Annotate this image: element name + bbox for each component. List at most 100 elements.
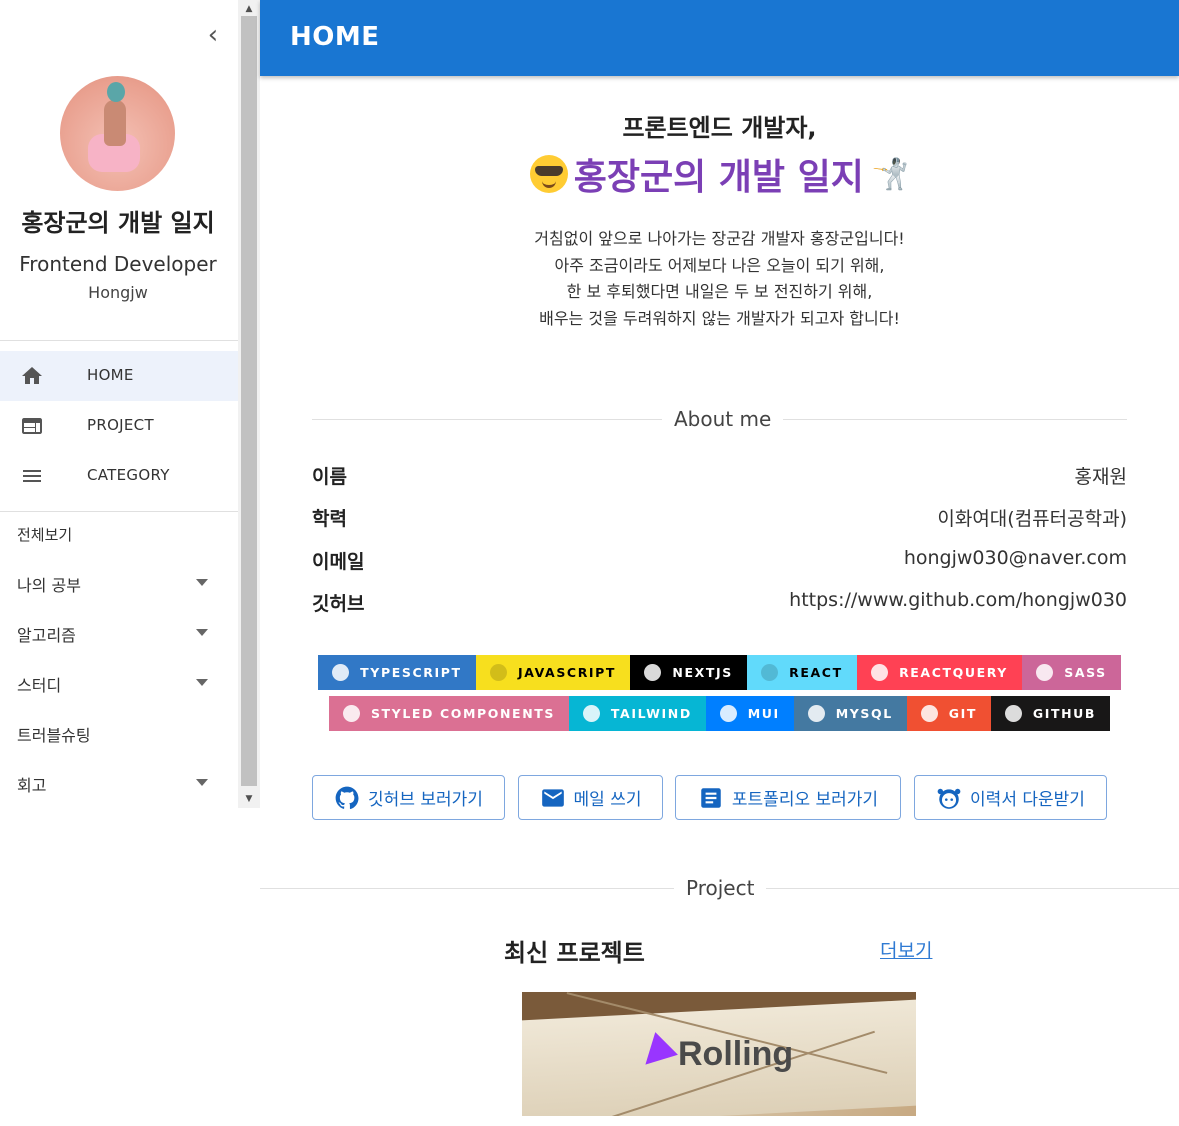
mail-icon [541, 788, 564, 807]
category-label: 알고리즘 [17, 626, 76, 645]
about-key-education: 학력 [312, 508, 347, 530]
sidebar-divider [0, 340, 238, 341]
write-mail-button[interactable]: 메일 쓰기 [518, 775, 663, 820]
intro-line: 한 보 후퇴했다면 내일은 두 보 전진하기 위해, [566, 282, 873, 301]
badge-label: MYSQL [835, 706, 893, 721]
nextjs-icon [644, 664, 662, 681]
scroll-thumb[interactable] [241, 16, 257, 786]
blog-title: 홍장군의 개발 일지 [21, 209, 215, 237]
category-item-all[interactable]: 전체보기 [0, 512, 238, 556]
app-bar: HOME [260, 0, 1179, 76]
project-name: Rolling [678, 1034, 794, 1073]
tech-badge-styled-components: STYLED COMPONENTS [329, 696, 569, 731]
category-label: 스터디 [17, 676, 62, 695]
button-label: 깃허브 보러가기 [368, 790, 483, 810]
badge-label: NEXTJS [672, 665, 733, 680]
category-label: 전체보기 [17, 526, 73, 544]
badge-label: MUI [747, 706, 780, 721]
tech-badge-typescript: TYPESCRIPT [318, 655, 476, 690]
category-item-algorithm[interactable]: 알고리즘 [0, 610, 238, 654]
about-value-email: hongjw030@naver.com [903, 547, 1127, 569]
caret-down-icon[interactable] [196, 779, 208, 786]
scroll-down-icon[interactable]: ▼ [238, 790, 260, 808]
about-value-github: https://www.github.com/hongjw030 [789, 589, 1127, 611]
nav-label: CATEGORY [87, 466, 170, 484]
face-icon [937, 788, 961, 809]
fencer-icon: 🤺 [871, 156, 910, 192]
intro-line: 아주 조금이라도 어제보다 나은 오늘이 되기 위해, [554, 255, 885, 275]
project-card-rolling[interactable]: Rolling [522, 992, 916, 1116]
project-logo: Rolling [634, 1032, 794, 1076]
reactquery-icon [871, 664, 889, 681]
badge-label: JAVASCRIPT [517, 665, 617, 680]
intro-description: 거침없이 앞으로 나아가는 장군감 개발자 홍장군입니다! 아주 조금이라도 어… [260, 226, 1179, 332]
intro-name: 홍장군의 개발 일지 [573, 157, 864, 198]
about-key-name: 이름 [312, 466, 347, 488]
badge-label: STYLED COMPONENTS [370, 706, 555, 721]
intro-subtitle: 프론트엔드 개발자, [622, 114, 817, 142]
intro-title: 홍장군의 개발 일지 🤺 [260, 148, 1179, 198]
tech-badges-row-2: STYLED COMPONENTS TAILWIND MUI MYSQL GIT GITH… [329, 696, 1110, 731]
about-value-name: 홍재원 [1074, 466, 1127, 488]
tech-badge-git: GIT [906, 696, 991, 731]
blog-username: Hongjw [88, 283, 148, 302]
sidebar-scrollbar[interactable]: ▲ ▼ [238, 0, 260, 808]
caret-down-icon[interactable] [196, 629, 208, 636]
category-item-retrospective[interactable]: 회고 [0, 760, 238, 804]
tech-badge-react: REACT [747, 655, 857, 690]
category-label: 트러블슈팅 [17, 726, 91, 745]
sunglasses-face-icon [529, 155, 568, 193]
styled-components-icon [342, 705, 360, 722]
paper-plane-icon [634, 1032, 678, 1076]
menu-icon [23, 470, 41, 482]
category-label: 나의 공부 [17, 576, 81, 595]
nav-item-category[interactable]: CATEGORY [0, 451, 238, 501]
chevron-left-icon[interactable]: ‹ [200, 22, 226, 50]
download-resume-button[interactable]: 이력서 다운받기 [914, 775, 1107, 820]
portfolio-button[interactable]: 포트폴리오 보러가기 [675, 775, 901, 820]
tech-badge-reactquery: REACTQUERY [856, 655, 1023, 690]
badge-label: TYPESCRIPT [360, 665, 462, 680]
button-label: 메일 쓰기 [573, 790, 642, 810]
about-key-github: 깃허브 [312, 593, 365, 615]
nav-label: HOME [87, 366, 134, 384]
category-item-study[interactable]: 나의 공부 [0, 560, 238, 604]
mui-icon [719, 705, 737, 722]
github-icon [1004, 705, 1022, 722]
tech-badge-javascript: JAVASCRIPT [475, 655, 631, 690]
badge-label: REACT [789, 665, 843, 680]
javascript-icon [489, 664, 507, 681]
nav-item-home[interactable]: HOME [0, 351, 238, 401]
category-item-troubleshooting[interactable]: 트러블슈팅 [0, 710, 238, 754]
tech-badge-github: GITHUB [990, 696, 1110, 731]
home-icon [22, 367, 42, 384]
button-label: 이력서 다운받기 [970, 790, 1085, 810]
about-value-education: 이화여대(컴퓨터공학과) [937, 508, 1127, 530]
badge-label: TAILWIND [610, 706, 692, 721]
caret-down-icon[interactable] [196, 679, 208, 686]
about-key-email: 이메일 [312, 551, 365, 573]
github-icon [335, 786, 359, 809]
badge-label: GIT [948, 706, 977, 721]
category-item-studygroup[interactable]: 스터디 [0, 660, 238, 704]
caret-down-icon[interactable] [196, 579, 208, 586]
tech-badge-sass: SASS [1022, 655, 1121, 690]
document-icon [701, 787, 721, 808]
about-heading: About me [662, 407, 784, 431]
git-icon [920, 705, 938, 722]
badge-label: REACTQUERY [899, 665, 1008, 680]
tech-badge-mui: MUI [705, 696, 794, 731]
tech-badge-mysql: MYSQL [793, 696, 907, 731]
latest-project-heading: 최신 프로젝트 [504, 939, 645, 967]
mysql-icon [807, 705, 825, 722]
intro-line: 배우는 것을 두려워하지 않는 개발자가 되고자 합니다! [539, 308, 900, 328]
blog-role: Frontend Developer [19, 252, 217, 276]
tech-badges-row-1: TYPESCRIPT JAVASCRIPT NEXTJS REACT REACTQUER… [318, 655, 1121, 690]
web-icon [22, 418, 42, 434]
github-link-button[interactable]: 깃허브 보러가기 [312, 775, 505, 820]
category-label: 회고 [17, 776, 47, 795]
nav-label: PROJECT [87, 416, 154, 434]
more-link[interactable]: 더보기 [880, 936, 932, 963]
nav-item-project[interactable]: PROJECT [0, 401, 238, 451]
page-title: HOME [290, 22, 380, 52]
